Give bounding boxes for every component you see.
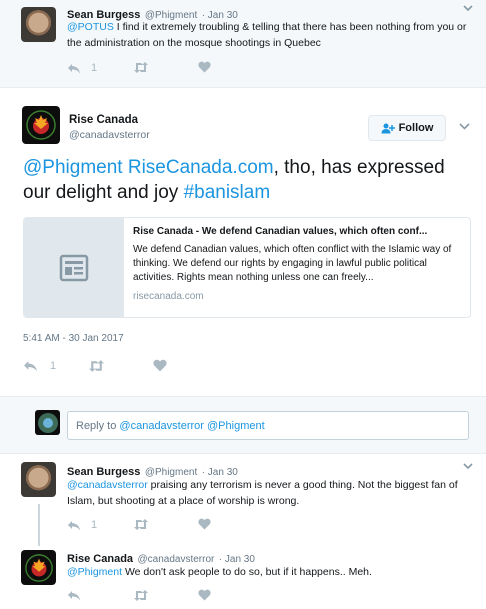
parent-tweet[interactable]: Sean Burgess @Phigment · Jan 30 @POTUS I… bbox=[0, 0, 486, 87]
chevron-down-icon[interactable] bbox=[459, 122, 470, 133]
card-description: We defend Canadian values, which often c… bbox=[133, 244, 452, 283]
rise-canada-logo bbox=[24, 553, 53, 582]
retweet-button[interactable] bbox=[88, 360, 105, 372]
mention-link[interactable]: @Phigment bbox=[23, 157, 123, 178]
heart-icon bbox=[198, 589, 211, 601]
retweet-button[interactable] bbox=[133, 62, 149, 73]
like-button[interactable] bbox=[198, 589, 211, 601]
follow-label: Follow bbox=[398, 122, 434, 134]
reply-icon bbox=[68, 63, 80, 73]
reply-icon bbox=[68, 591, 80, 601]
retweet-icon bbox=[134, 519, 148, 530]
reply-count: 1 bbox=[50, 360, 57, 372]
tweet-text: @POTUS I find it extremely troubling & t… bbox=[67, 21, 467, 49]
reply-button[interactable]: 1 bbox=[67, 519, 97, 531]
link-card[interactable]: Rise Canada - We defend Canadian values,… bbox=[23, 217, 471, 318]
heart-icon bbox=[198, 518, 211, 530]
card-thumbnail bbox=[24, 218, 124, 317]
reply-icon bbox=[68, 520, 80, 530]
avatar[interactable] bbox=[21, 7, 56, 42]
mention-link[interactable]: @canadavsterror bbox=[67, 479, 148, 491]
heart-icon bbox=[153, 359, 167, 372]
chevron-down-icon[interactable] bbox=[463, 4, 473, 15]
tweet-text-large: @Phigment RiseCanada.com, tho, has expre… bbox=[23, 157, 445, 203]
chevron-down-icon[interactable] bbox=[463, 462, 473, 473]
card-domain: risecanada.com bbox=[133, 291, 204, 302]
retweet-button[interactable] bbox=[133, 590, 149, 601]
mention-link[interactable]: @Phigment bbox=[67, 566, 122, 578]
reply-button[interactable] bbox=[67, 590, 81, 601]
reply-count: 1 bbox=[91, 62, 98, 74]
reply-button[interactable]: 1 bbox=[23, 360, 56, 372]
avatar[interactable] bbox=[21, 462, 56, 497]
current-user-avatar[interactable] bbox=[35, 410, 60, 435]
retweet-icon bbox=[89, 360, 104, 372]
like-button[interactable] bbox=[153, 359, 167, 372]
retweet-button[interactable] bbox=[133, 519, 149, 530]
reply-count: 1 bbox=[91, 519, 98, 531]
hashtag-link[interactable]: #banislam bbox=[184, 182, 271, 203]
tweet-text: @canadavsterror praising any terrorism i… bbox=[67, 479, 458, 507]
reply-icon bbox=[24, 361, 37, 372]
retweet-icon bbox=[134, 590, 148, 601]
author-name[interactable]: Rise Canada bbox=[69, 114, 138, 126]
retweet-icon bbox=[134, 62, 148, 73]
thread-connector bbox=[38, 504, 40, 546]
follow-button[interactable]: Follow bbox=[368, 115, 446, 141]
add-user-icon bbox=[381, 123, 395, 133]
reply-composer: Reply to @canadavsterror @Phigment bbox=[0, 397, 486, 453]
reply-button[interactable]: 1 bbox=[67, 62, 97, 74]
url-link[interactable]: RiseCanada.com bbox=[128, 157, 274, 178]
tweet-text: @Phigment We don't ask people to do so, … bbox=[67, 566, 372, 578]
divider bbox=[0, 453, 486, 454]
tweet-timestamp[interactable]: 5:41 AM - 30 Jan 2017 bbox=[23, 333, 124, 344]
card-title: Rise Canada - We defend Canadian values,… bbox=[133, 226, 428, 237]
avatar[interactable] bbox=[21, 550, 56, 585]
reply-mentions: @canadavsterror @Phigment bbox=[119, 419, 265, 432]
article-icon bbox=[59, 254, 89, 281]
reply-input[interactable]: Reply to @canadavsterror @Phigment bbox=[67, 411, 469, 440]
like-button[interactable] bbox=[198, 61, 211, 73]
heart-icon bbox=[198, 61, 211, 73]
user-avatar-icon bbox=[37, 412, 58, 433]
author-handle[interactable]: @canadavsterror bbox=[69, 129, 150, 141]
rise-canada-logo bbox=[26, 110, 56, 140]
avatar[interactable] bbox=[22, 106, 60, 144]
like-button[interactable] bbox=[198, 518, 211, 530]
divider bbox=[0, 87, 486, 88]
mention-link[interactable]: @POTUS bbox=[67, 21, 114, 33]
